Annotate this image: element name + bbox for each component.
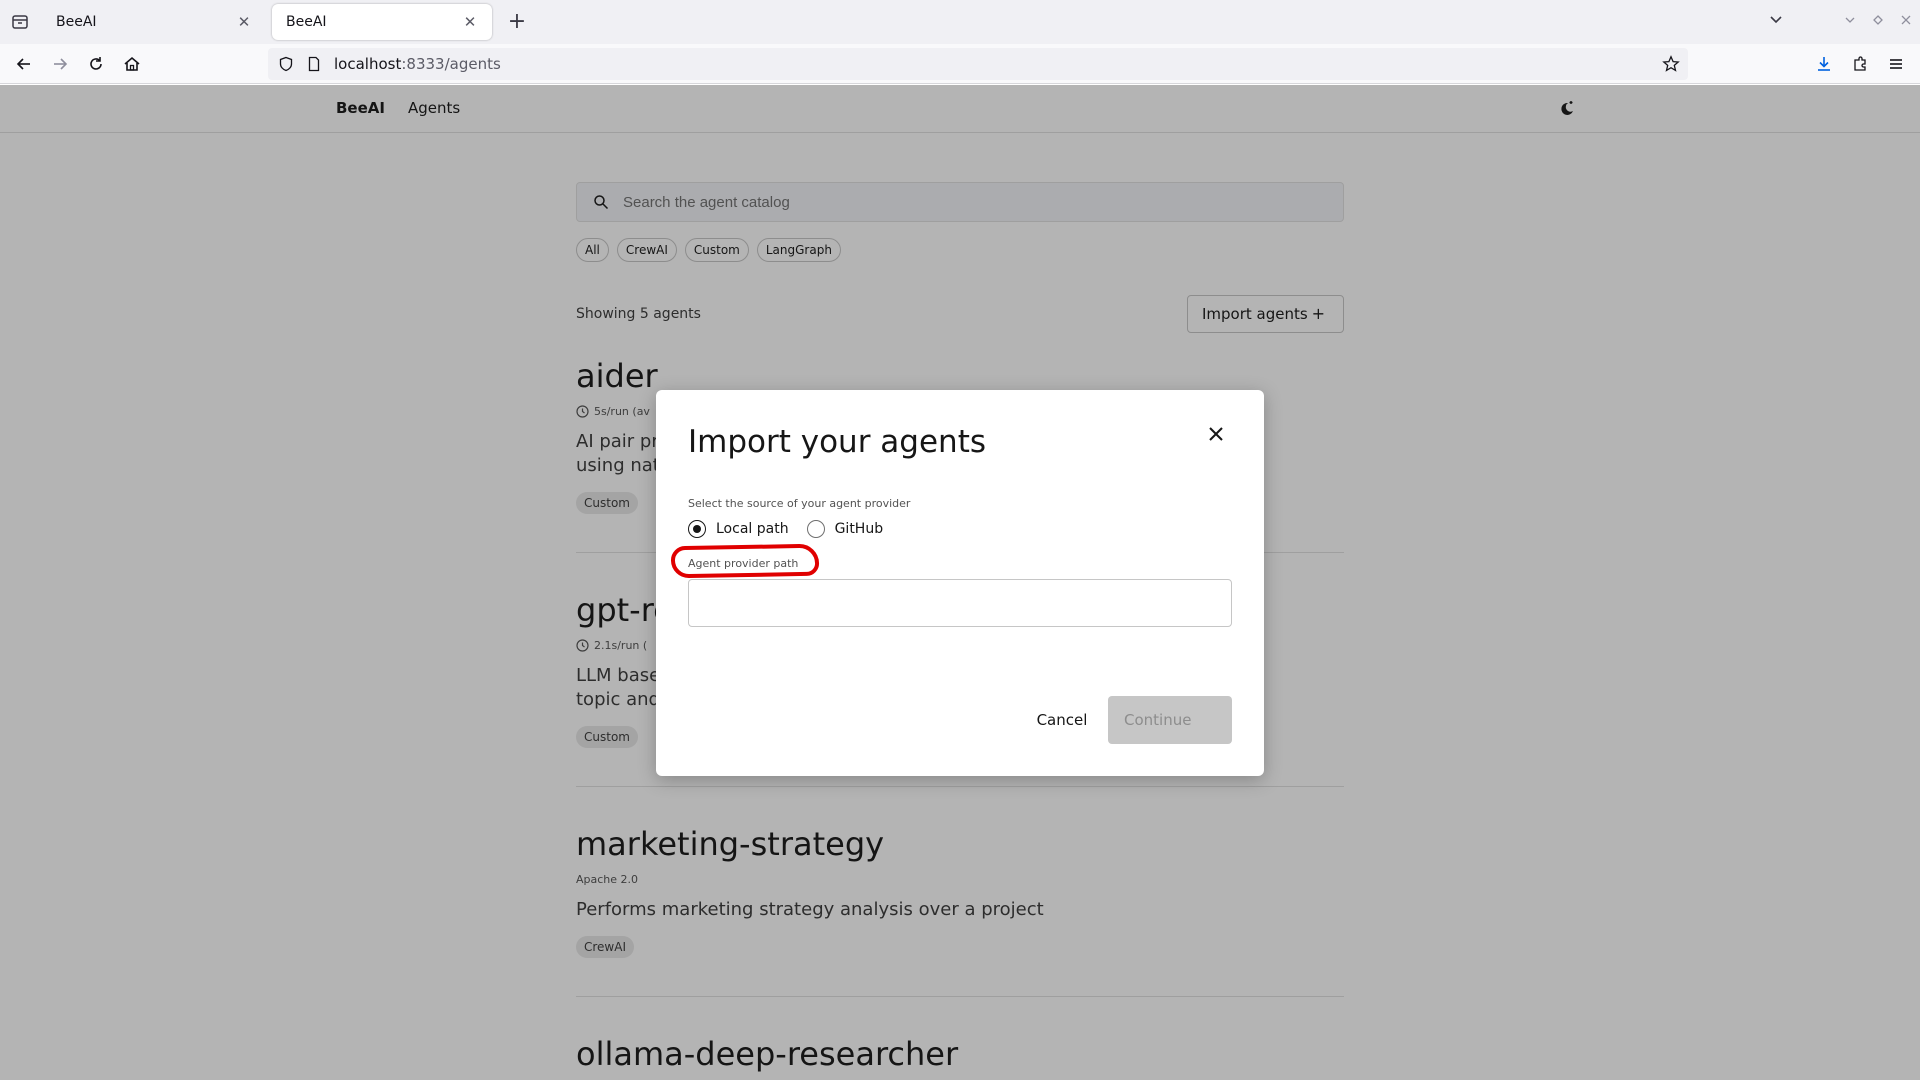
- url-text: localhost:8333/agents: [334, 55, 501, 73]
- import-agents-modal: Import your agents Select the source of …: [656, 390, 1264, 776]
- radio-checked-icon[interactable]: [688, 520, 706, 538]
- tab-title: BeeAI: [286, 14, 327, 30]
- maximize-icon[interactable]: [1864, 8, 1892, 36]
- url-path: :8333/agents: [401, 55, 501, 73]
- minimize-icon[interactable]: [1836, 8, 1864, 36]
- path-label: Agent provider path: [688, 557, 799, 570]
- source-label: Select the source of your agent provider: [688, 497, 911, 510]
- tab-title: BeeAI: [56, 14, 97, 30]
- shield-icon[interactable]: [278, 56, 294, 72]
- home-icon[interactable]: [120, 52, 144, 76]
- close-window-icon[interactable]: [1892, 8, 1920, 36]
- page-icon[interactable]: [306, 56, 322, 72]
- url-host: localhost: [334, 55, 402, 73]
- close-icon[interactable]: ✕: [462, 14, 478, 30]
- browser-tab-2-active[interactable]: BeeAI ✕: [272, 4, 492, 40]
- download-icon[interactable]: [1812, 52, 1836, 76]
- new-tab-button[interactable]: +: [505, 10, 529, 34]
- back-arrow-icon[interactable]: [12, 52, 36, 76]
- menu-icon[interactable]: [1884, 52, 1908, 76]
- reload-icon[interactable]: [84, 52, 108, 76]
- radio-github-label: GitHub: [834, 521, 884, 537]
- browser-tab-bar: BeeAI ✕ BeeAI ✕ +: [0, 0, 1920, 44]
- forward-arrow-icon[interactable]: [48, 52, 72, 76]
- radio-github[interactable]: GitHub: [806, 520, 884, 538]
- radio-local-path-label: Local path: [716, 521, 789, 537]
- source-radio-group: Local path GitHub: [688, 520, 883, 538]
- radio-unchecked-icon[interactable]: [806, 520, 825, 538]
- continue-button[interactable]: Continue: [1108, 696, 1232, 744]
- address-bar[interactable]: localhost:8333/agents: [268, 48, 1688, 80]
- chevron-down-icon[interactable]: [1764, 10, 1788, 34]
- cancel-button[interactable]: Cancel: [1012, 696, 1112, 744]
- agent-provider-path-input[interactable]: [688, 579, 1232, 627]
- browser-tab-1[interactable]: BeeAI ✕: [42, 4, 266, 40]
- extensions-icon[interactable]: [1848, 52, 1872, 76]
- window-controls: [1836, 8, 1920, 36]
- tab-list-icon[interactable]: [10, 12, 30, 32]
- browser-nav-bar: localhost:8333/agents: [0, 44, 1920, 84]
- bookmark-star-icon[interactable]: [1662, 55, 1680, 73]
- close-icon[interactable]: ✕: [236, 14, 252, 30]
- close-icon[interactable]: [1204, 422, 1228, 446]
- modal-title: Import your agents: [688, 424, 986, 460]
- radio-local-path[interactable]: Local path: [688, 520, 789, 538]
